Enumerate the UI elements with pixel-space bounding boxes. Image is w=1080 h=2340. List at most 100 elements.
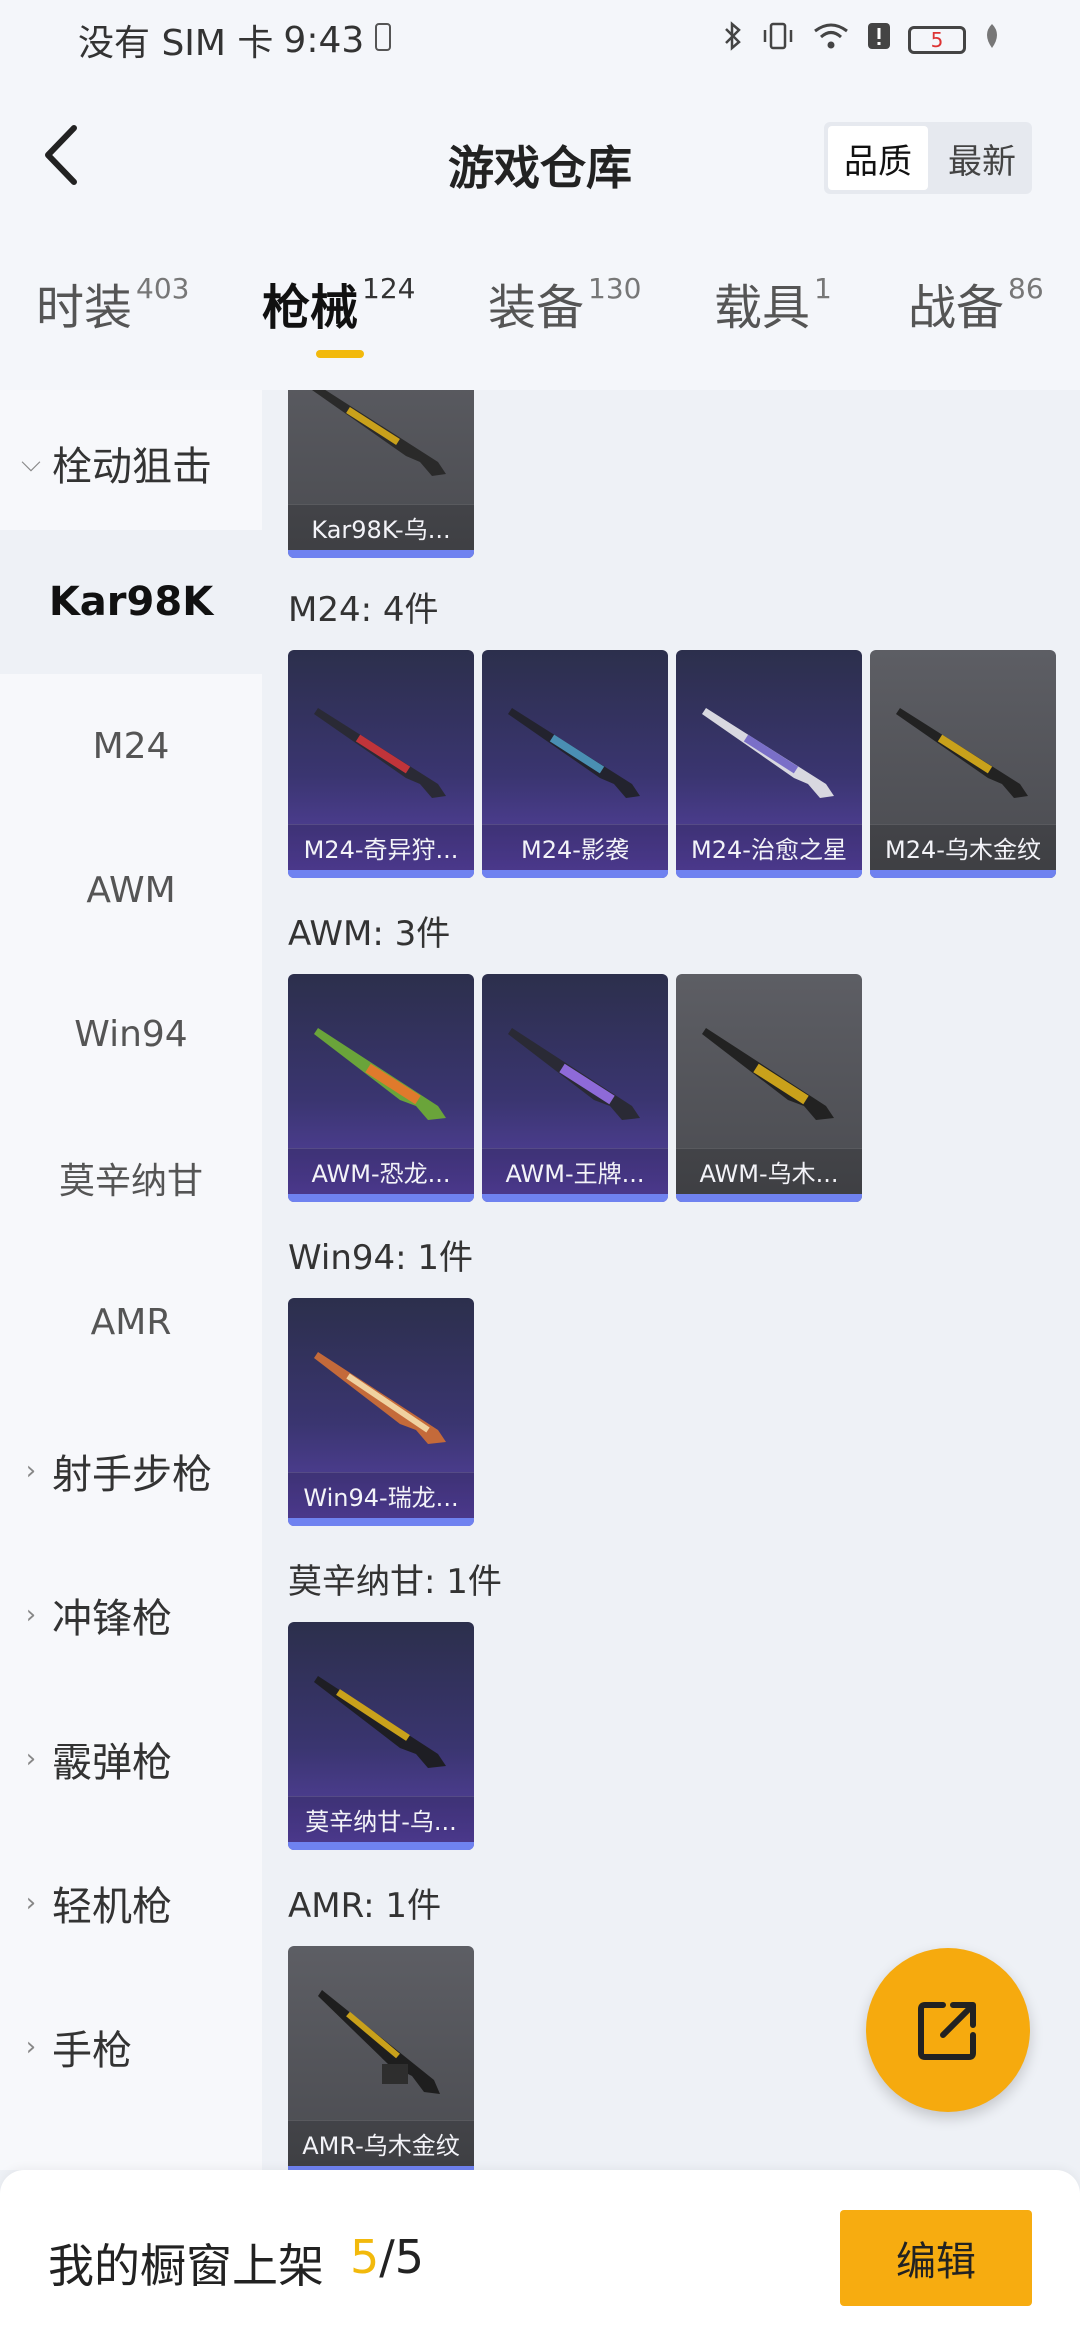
back-arrow-icon (45, 125, 77, 185)
wifi-icon (812, 21, 850, 59)
rifle-icon (314, 1028, 446, 1120)
alert-icon (866, 21, 892, 59)
rarity-bar (288, 870, 474, 878)
weapon-card[interactable]: M24-奇异狩... (288, 650, 474, 878)
rifle-icon (508, 1028, 640, 1120)
weapon-card[interactable]: M24-乌木金纹 (870, 650, 1056, 878)
rarity-bar (676, 870, 862, 878)
sidebar-group-pistol[interactable]: › 手枪 (20, 2018, 132, 2076)
sidebar-group-dmr[interactable]: › 射手步枪 (20, 1442, 212, 1500)
sidebar-group-bolt-action[interactable]: ⌵ 栓动狙击 (20, 434, 212, 492)
rarity-bar (482, 1194, 668, 1202)
sidebar-item-amr[interactable]: AMR (0, 1250, 262, 1394)
tab-count: 403 (136, 272, 190, 305)
rarity-bar (482, 870, 668, 878)
tab-count: 86 (1008, 272, 1044, 305)
weapon-card[interactable]: AWM-乌木... (676, 974, 862, 1202)
chevron-right-icon: › (25, 2032, 37, 2062)
category-tabs: 时装 403 枪械 124 装备 130 载具 1 战备 86 (0, 240, 1080, 390)
weapon-name: 莫辛纳甘-乌... (288, 1796, 474, 1842)
tab-fashion[interactable]: 时装 403 (36, 268, 189, 338)
rarity-bar (870, 870, 1056, 878)
section-label: AMR: 1件 (288, 1886, 442, 1926)
weapon-card[interactable]: Kar98K-乌... (288, 390, 474, 558)
status-right: 5 (722, 20, 1002, 60)
weapon-name: Kar98K-乌... (288, 504, 474, 550)
sidebar-group-lmg[interactable]: › 轻机枪 (20, 1874, 172, 1932)
weapon-name: M24-奇异狩... (288, 824, 474, 870)
sidebar-item-kar98k[interactable]: Kar98K (0, 530, 262, 674)
chevron-right-icon: › (25, 1600, 37, 1630)
share-fab-button[interactable] (866, 1948, 1030, 2112)
bluetooth-icon (722, 20, 744, 60)
tab-label: 时装 (36, 280, 133, 336)
weapon-name: AMR-乌木金纹 (288, 2120, 474, 2166)
weapon-card[interactable]: Win94-瑞龙... (288, 1298, 474, 1526)
tab-label: 装备 (488, 280, 585, 336)
weapon-card[interactable]: M24-治愈之星 (676, 650, 862, 878)
section-label: AWM: 3件 (288, 914, 451, 954)
tab-label: 枪械 (262, 280, 359, 336)
showcase-count-current: 5 (350, 2230, 380, 2284)
sidebar-group-label: 射手步枪 (52, 1452, 212, 1498)
tab-equipment[interactable]: 装备 130 (488, 268, 641, 338)
tab-supplies[interactable]: 战备 86 (908, 268, 1044, 338)
vibrate-icon (760, 20, 796, 60)
rifle-icon (314, 708, 446, 798)
sidebar-group-label: 冲锋枪 (52, 1596, 172, 1642)
sort-latest-option[interactable]: 最新 (932, 122, 1032, 194)
section-label: M24: 4件 (288, 590, 439, 630)
sidebar-group-smg[interactable]: › 冲锋枪 (20, 1586, 172, 1644)
back-button[interactable] (30, 120, 90, 190)
sidebar-group-label: 轻机枪 (52, 1884, 172, 1930)
sidebar-item-awm[interactable]: AWM (0, 818, 262, 962)
rifle-icon (312, 390, 446, 476)
weapon-card[interactable]: AWM-王牌... (482, 974, 668, 1202)
rarity-bar (288, 1194, 474, 1202)
weapon-card[interactable]: 莫辛纳甘-乌... (288, 1622, 474, 1850)
sidebar-group-label: 栓动狙击 (52, 444, 212, 490)
carrier-text: 没有 SIM 卡 (78, 23, 274, 64)
weapon-name: M24-乌木金纹 (870, 824, 1056, 870)
showcase-count: 5/5 (350, 2230, 424, 2284)
header: 游戏仓库 品质 最新 (0, 80, 1080, 240)
sidebar-item-m24[interactable]: M24 (0, 674, 262, 818)
status-bar: 没有 SIM 卡 9:43 5 (0, 0, 1080, 80)
chevron-down-icon: ⌵ (21, 447, 41, 478)
rifle-icon (702, 708, 834, 798)
tab-firearms[interactable]: 枪械 124 (262, 268, 415, 338)
tab-count: 1 (814, 272, 832, 305)
edit-button[interactable]: 编辑 (840, 2210, 1032, 2306)
sidebar-group-label: 手枪 (52, 2028, 132, 2074)
weapon-sidebar: ⌵ 栓动狙击 Kar98K M24 AWM Win94 莫辛纳甘 AMR › 射… (0, 390, 262, 2170)
sidebar-item-win94[interactable]: Win94 (0, 962, 262, 1106)
phone-icon (374, 20, 392, 61)
rarity-bar (288, 1518, 474, 1526)
sidebar-group-shotgun[interactable]: › 霰弹枪 (20, 1730, 172, 1788)
rifle-icon (896, 708, 1028, 798)
rifle-icon (702, 1028, 834, 1120)
clock: 9:43 (283, 19, 365, 61)
tab-count: 124 (362, 272, 416, 305)
showcase-label: 我的橱窗上架 (48, 2239, 324, 2293)
tab-vehicles[interactable]: 载具 1 (714, 268, 832, 338)
chevron-right-icon: › (25, 1888, 37, 1918)
section-label: Win94: 1件 (288, 1238, 474, 1278)
weapon-name: AWM-王牌... (482, 1148, 668, 1194)
weapon-card[interactable]: M24-影袭 (482, 650, 668, 878)
weapon-name: AWM-恐龙... (288, 1148, 474, 1194)
weapon-card[interactable]: AMR-乌木金纹 (288, 1946, 474, 2170)
battery-icon: 5 (908, 26, 966, 54)
active-tab-indicator (316, 350, 364, 358)
weapon-name: AWM-乌木... (676, 1148, 862, 1194)
weapon-card[interactable]: AWM-恐龙... (288, 974, 474, 1202)
sort-quality-option[interactable]: 品质 (828, 126, 928, 190)
sort-toggle: 品质 最新 (824, 122, 1032, 194)
rarity-bar (288, 1842, 474, 1850)
tab-label: 载具 (714, 280, 811, 336)
rifle-icon (314, 1352, 446, 1444)
chevron-right-icon: › (25, 1744, 37, 1774)
share-external-icon (918, 2002, 976, 2060)
rifle-icon (508, 708, 640, 798)
sidebar-item-mosin[interactable]: 莫辛纳甘 (0, 1106, 262, 1250)
